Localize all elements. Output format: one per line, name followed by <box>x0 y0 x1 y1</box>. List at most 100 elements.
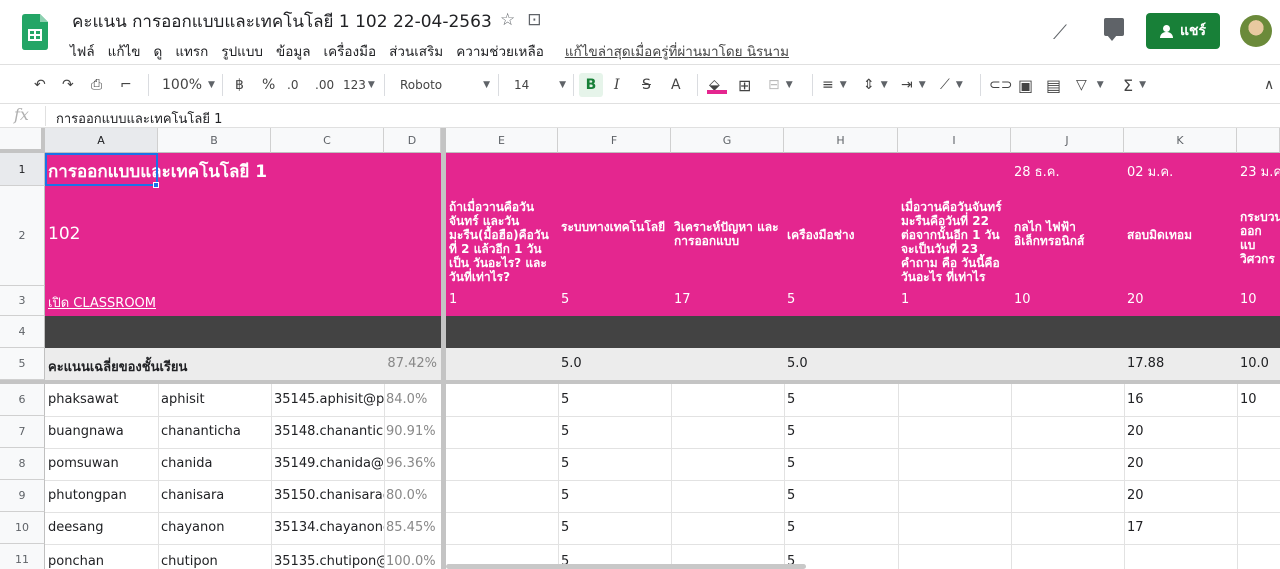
cell-k1-date[interactable]: 02 ม.ค. <box>1124 161 1237 182</box>
column-header-c[interactable]: C <box>271 128 384 153</box>
student-email[interactable]: 35145.aphisit@phu <box>271 392 384 407</box>
row-header-5[interactable]: 5 <box>0 348 45 380</box>
cell-e2-assignment[interactable]: ถ้าเมื่อวานคือวันจันทร์ และวันมะรืน(มื้อ… <box>446 186 558 286</box>
insert-chart-icon[interactable]: ▤ <box>1046 73 1061 97</box>
student-percent[interactable]: 80.0% <box>384 488 441 503</box>
score-k[interactable]: 20 <box>1124 424 1237 439</box>
column-header-i[interactable]: I <box>898 128 1011 153</box>
student-email[interactable]: 35149.chanida@ph <box>271 456 384 471</box>
italic-button[interactable]: I <box>614 73 620 97</box>
score-h[interactable]: 5 <box>784 392 898 407</box>
cell-a1-title[interactable]: การออกแบบและเทคโนโลยี 1 <box>45 158 441 185</box>
student-last-name[interactable]: deesang <box>45 520 158 535</box>
student-last-name[interactable]: pomsuwan <box>45 456 158 471</box>
student-email[interactable]: 35135.chutipon@p <box>271 554 384 569</box>
menu-help[interactable]: ความช่วยเหลือ <box>456 40 544 62</box>
fill-handle[interactable] <box>153 182 159 188</box>
cell-f3-points[interactable]: 5 <box>558 292 671 307</box>
cell-i3-points[interactable]: 1 <box>898 292 1011 307</box>
column-header-e[interactable]: E <box>446 128 558 153</box>
functions-button[interactable]: Σ ▼ <box>1123 73 1146 97</box>
text-color-button[interactable]: A <box>671 73 681 97</box>
student-first-name[interactable]: chutipon <box>158 554 271 569</box>
cell-h3-points[interactable]: 5 <box>784 292 898 307</box>
score-f[interactable]: 5 <box>558 520 671 535</box>
score-k[interactable]: 20 <box>1124 456 1237 471</box>
activity-trend-icon[interactable]: ⟋ <box>1053 20 1067 44</box>
cell-f2-assignment[interactable]: ระบบทางเทคโนโลยี <box>558 220 671 234</box>
column-header-d[interactable]: D <box>384 128 441 153</box>
row-header-11[interactable]: 11 <box>0 544 45 569</box>
menu-file[interactable]: ไฟล์ <box>70 40 95 62</box>
avg-h[interactable]: 5.0 <box>784 356 898 371</box>
undo-icon[interactable]: ↶ <box>34 73 46 97</box>
class-average-percent[interactable]: 87.42% <box>384 356 441 371</box>
column-header-b[interactable]: B <box>158 128 271 153</box>
cell-j1-date[interactable]: 28 ธ.ค. <box>1011 161 1124 182</box>
score-f[interactable]: 5 <box>558 424 671 439</box>
vertical-align-icon[interactable]: ⇕ ▼ <box>863 73 888 97</box>
font-size-select[interactable]: 14 ▼ <box>514 73 566 97</box>
horizontal-align-icon[interactable]: ≡ ▼ <box>822 73 847 97</box>
paint-format-icon[interactable]: ⌐ <box>120 73 132 97</box>
cell-j3-points[interactable]: 10 <box>1011 292 1124 307</box>
student-email[interactable]: 35150.chanisara@ <box>271 488 384 503</box>
text-wrapping-icon[interactable]: ⇥ ▼ <box>901 73 926 97</box>
currency-format-button[interactable]: ฿ <box>235 73 244 97</box>
avg-f[interactable]: 5.0 <box>558 356 671 371</box>
star-icon[interactable]: ☆ <box>500 10 515 30</box>
percent-format-button[interactable]: % <box>262 73 275 97</box>
column-header-f[interactable]: F <box>558 128 671 153</box>
row-header-9[interactable]: 9 <box>0 480 45 512</box>
student-percent[interactable]: 90.91% <box>384 424 441 439</box>
open-classroom-link[interactable]: เปิด CLASSROOM <box>45 292 245 313</box>
print-icon[interactable]: ⎙ <box>91 73 102 97</box>
text-rotation-icon[interactable]: ⟋ ▼ <box>940 73 963 97</box>
spreadsheet-grid[interactable]: A B C D E F G H I J K 1 2 3 4 5 6 7 8 9 … <box>0 128 1280 569</box>
menu-view[interactable]: ดู <box>154 40 163 62</box>
student-percent[interactable]: 100.0% <box>384 554 441 569</box>
cell-i2-assignment[interactable]: เมื่อวานคือวันจันทร์ มะรืนคือวันที่ 22 ต… <box>898 186 1011 286</box>
column-header-j[interactable]: J <box>1011 128 1124 153</box>
frozen-row-divider[interactable] <box>0 380 1280 384</box>
score-f[interactable]: 5 <box>558 456 671 471</box>
student-first-name[interactable]: chananticha <box>158 424 271 439</box>
borders-icon[interactable]: ⊞ <box>738 73 751 97</box>
row-header-4[interactable]: 4 <box>0 316 45 348</box>
score-l[interactable]: 10 <box>1237 392 1280 407</box>
student-first-name[interactable]: chanida <box>158 456 271 471</box>
cell-k3-points[interactable]: 20 <box>1124 292 1237 307</box>
decrease-decimal-button[interactable]: .0 <box>287 73 298 97</box>
sheets-logo-icon[interactable] <box>22 14 48 50</box>
student-percent[interactable]: 84.0% <box>384 392 441 407</box>
zoom-select[interactable]: 100% ▼ <box>162 73 215 97</box>
cell-e3-points[interactable]: 1 <box>446 292 558 307</box>
comment-icon[interactable] <box>1104 18 1124 41</box>
insert-comment-icon[interactable]: ▣ <box>1018 73 1033 97</box>
strikethrough-button[interactable]: S <box>642 73 651 97</box>
row-header-7[interactable]: 7 <box>0 416 45 448</box>
student-first-name[interactable]: chanisara <box>158 488 271 503</box>
bold-button[interactable]: B <box>579 73 603 97</box>
font-family-select[interactable]: Roboto ▼ <box>400 73 490 97</box>
filter-icon[interactable]: ▽ ▼ <box>1076 73 1104 97</box>
score-k[interactable]: 17 <box>1124 520 1237 535</box>
student-percent[interactable]: 96.36% <box>384 456 441 471</box>
student-last-name[interactable]: ponchan <box>45 554 158 569</box>
menu-tools[interactable]: เครื่องมือ <box>324 40 377 62</box>
score-f[interactable]: 5 <box>558 488 671 503</box>
avg-k[interactable]: 17.88 <box>1124 356 1237 371</box>
last-edit-link[interactable]: แก้ไขล่าสุดเมื่อครู่ที่ผ่านมาโดย นิรนาม <box>565 40 789 62</box>
row-header-10[interactable]: 10 <box>0 512 45 544</box>
collapse-toolbar-icon[interactable]: ∧ <box>1264 73 1274 97</box>
score-h[interactable]: 5 <box>784 488 898 503</box>
menu-format[interactable]: รูปแบบ <box>221 40 263 62</box>
student-email[interactable]: 35134.chayanon@ <box>271 520 384 535</box>
student-first-name[interactable]: chayanon <box>158 520 271 535</box>
horizontal-scrollbar[interactable] <box>446 564 806 569</box>
menu-edit[interactable]: แก้ไข <box>108 40 141 62</box>
column-header-l[interactable] <box>1237 128 1280 153</box>
redo-icon[interactable]: ↷ <box>62 73 74 97</box>
row-header-1[interactable]: 1 <box>0 153 45 186</box>
student-last-name[interactable]: buangnawa <box>45 424 158 439</box>
